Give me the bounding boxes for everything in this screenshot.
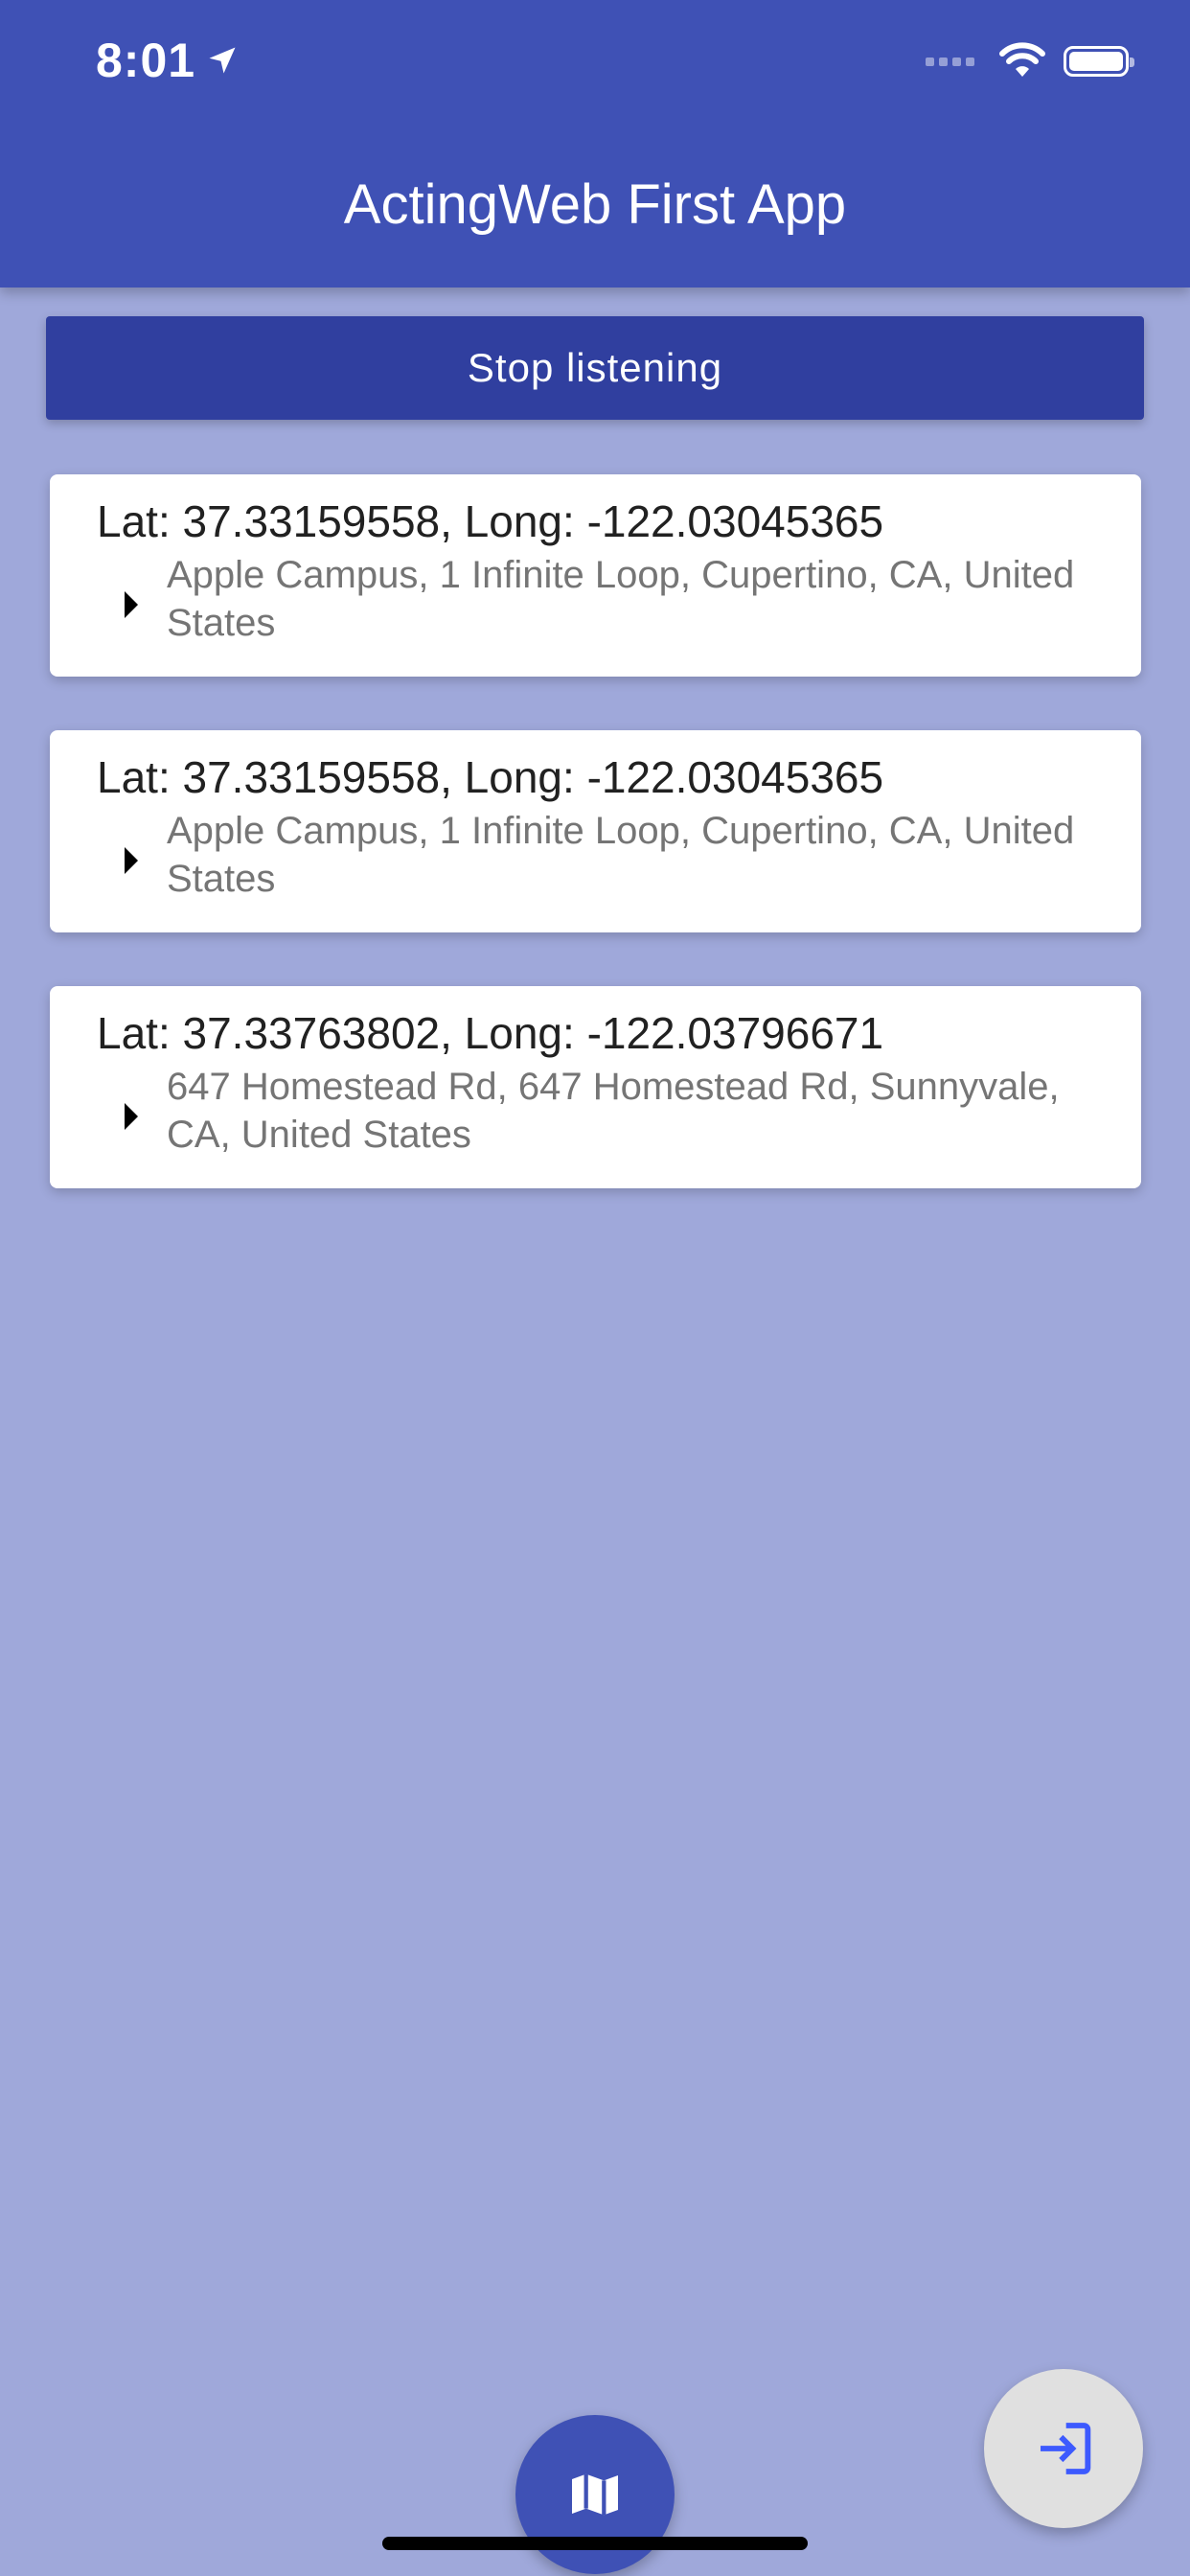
- location-card[interactable]: Lat: 37.33159558, Long: -122.03045365 Ap…: [50, 730, 1141, 932]
- location-coordinates: Lat: 37.33763802, Long: -122.03796671: [97, 1008, 884, 1058]
- exit-to-app-icon: [1041, 2423, 1091, 2474]
- location-coordinates: Lat: 37.33159558, Long: -122.03045365: [97, 496, 884, 546]
- location-address: Apple Campus, 1 Infinite Loop, Cupertino…: [167, 554, 1075, 644]
- expand-arrow-icon[interactable]: [125, 847, 138, 874]
- status-bar-indicators: [926, 42, 1134, 80]
- location-arrow-icon: [209, 47, 236, 74]
- page-title: ActingWeb First App: [343, 173, 847, 236]
- status-bar-time: 8:01: [96, 33, 240, 88]
- map-icon: [572, 2473, 618, 2516]
- exit-button[interactable]: [984, 2369, 1143, 2528]
- battery-icon: [1064, 46, 1134, 77]
- location-coordinates: Lat: 37.33159558, Long: -122.03045365: [97, 752, 884, 802]
- app-bar: 8:01 ActingWeb First App: [0, 0, 1190, 288]
- expand-arrow-icon[interactable]: [125, 591, 138, 618]
- location-address: 647 Homestead Rd, 647 Homestead Rd, Sunn…: [167, 1066, 1060, 1156]
- stop-listening-button[interactable]: Stop listening: [46, 316, 1144, 420]
- location-card[interactable]: Lat: 37.33159558, Long: -122.03045365 Ap…: [50, 474, 1141, 677]
- expand-arrow-icon[interactable]: [125, 1103, 138, 1130]
- location-card[interactable]: Lat: 37.33763802, Long: -122.03796671 64…: [50, 986, 1141, 1188]
- map-button[interactable]: [515, 2415, 675, 2574]
- status-time-text: 8:01: [96, 34, 196, 87]
- cellular-signal-icon: [926, 57, 979, 66]
- battery-level: [1069, 52, 1123, 71]
- location-address: Apple Campus, 1 Infinite Loop, Cupertino…: [167, 810, 1075, 900]
- home-indicator[interactable]: [382, 2537, 808, 2550]
- wifi-icon: [999, 42, 1045, 77]
